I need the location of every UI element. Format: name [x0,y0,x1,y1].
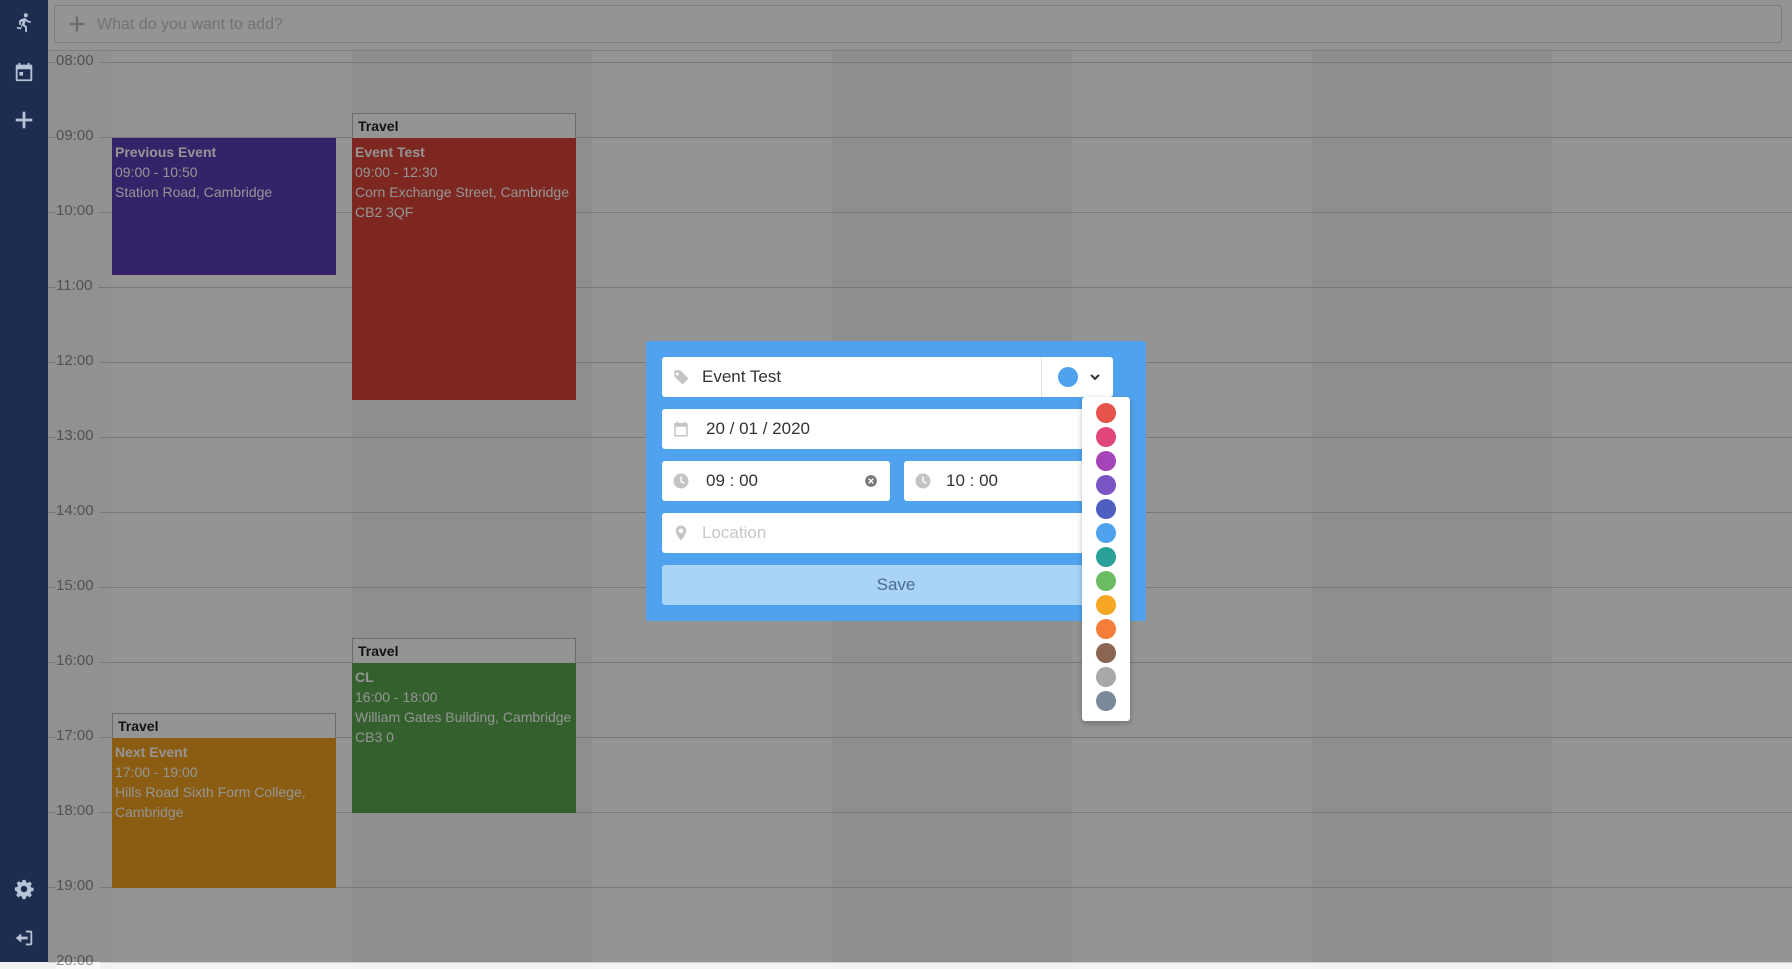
sidebar [0,0,48,962]
calendar-icon [672,420,690,438]
color-picker-button[interactable] [1041,357,1113,397]
calendar-icon[interactable] [0,55,48,89]
title-field [662,357,1042,397]
color-swatch[interactable] [1096,547,1116,567]
save-button[interactable]: Save [662,565,1130,605]
color-swatch[interactable] [1096,643,1116,663]
location-field [662,513,1130,553]
chevron-down-icon [1088,370,1102,384]
clock-icon [672,472,690,490]
event-editor-modal: Save [646,341,1146,621]
start-time-input[interactable] [706,461,856,501]
event-title-input[interactable] [702,357,1032,397]
color-swatch[interactable] [1096,667,1116,687]
running-icon[interactable] [0,6,48,40]
color-swatch[interactable] [1096,451,1116,471]
color-swatch[interactable] [1096,571,1116,591]
clear-icon[interactable] [864,474,878,488]
gear-icon[interactable] [0,872,48,906]
end-time-input[interactable] [946,461,1096,501]
sign-out-icon[interactable] [0,921,48,955]
date-input[interactable] [706,409,1106,449]
color-palette-dropdown [1082,397,1130,721]
map-pin-icon [672,524,690,542]
color-swatch[interactable] [1096,475,1116,495]
clock-icon [914,472,932,490]
color-swatch[interactable] [1096,523,1116,543]
color-swatch[interactable] [1096,403,1116,423]
color-swatch[interactable] [1096,619,1116,639]
selected-color-swatch [1058,367,1078,387]
start-time-field [662,461,890,501]
plus-icon[interactable] [0,103,48,137]
color-swatch[interactable] [1096,427,1116,447]
color-swatch[interactable] [1096,499,1116,519]
color-swatch[interactable] [1096,595,1116,615]
date-field [662,409,1130,449]
location-input[interactable] [702,513,1102,553]
color-swatch[interactable] [1096,691,1116,711]
tag-icon [672,368,690,386]
